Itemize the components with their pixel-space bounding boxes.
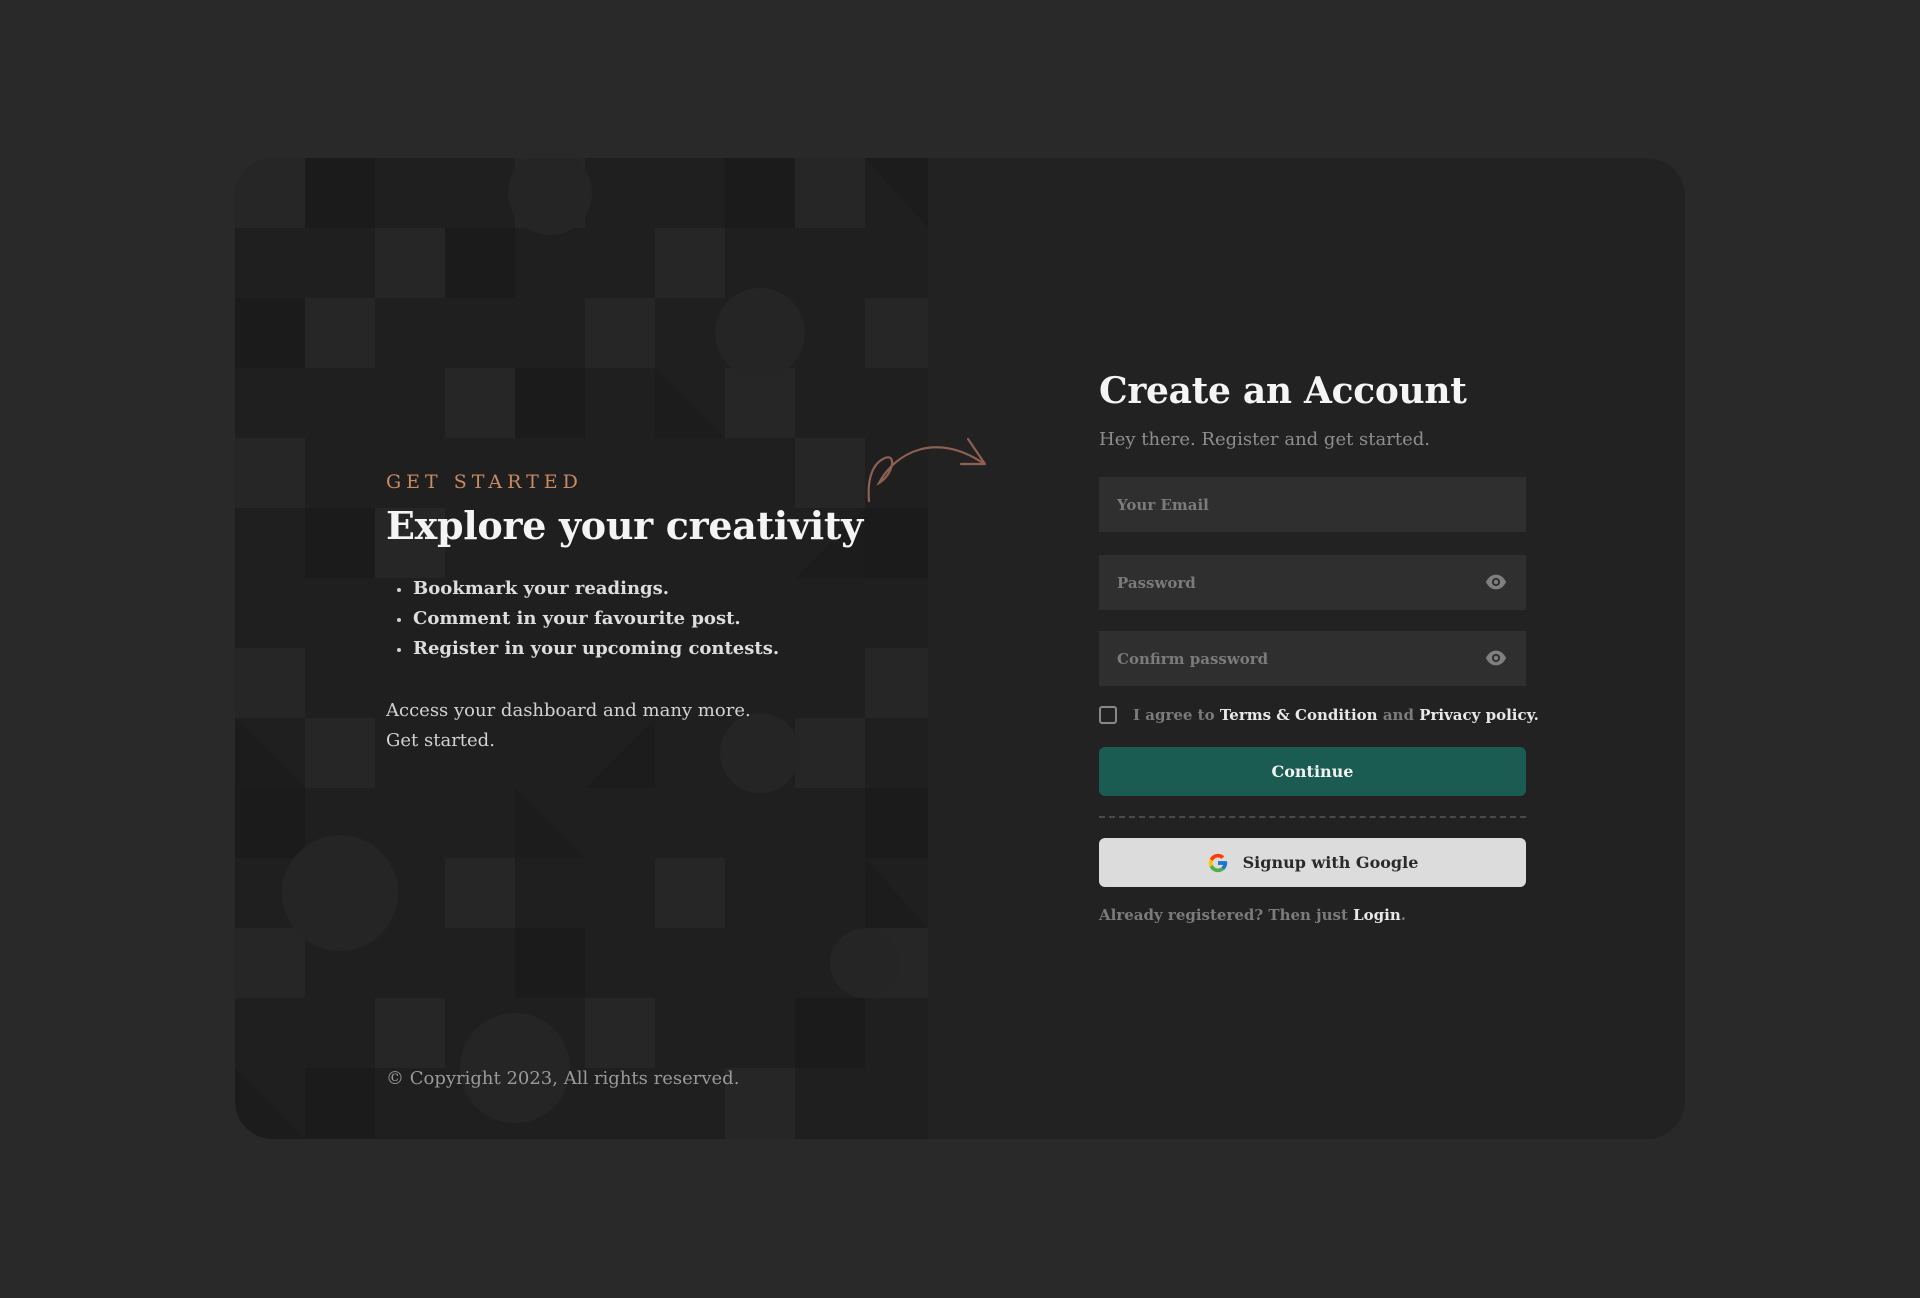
login-suffix: . [1400,906,1406,924]
access-text: Access your dashboard and many more. Get… [386,696,751,756]
privacy-link[interactable]: Privacy policy. [1419,706,1539,724]
confirm-password-field[interactable] [1099,631,1526,686]
password-field[interactable] [1099,555,1526,610]
dashed-divider [1099,816,1526,818]
google-logo-icon [1208,853,1227,872]
form-title: Create an Account [1099,370,1467,412]
agree-prefix: I agree to [1133,706,1215,724]
feature-list: Bookmark your readings. Comment in your … [386,574,779,664]
hero-title: Explore your creativity [386,503,863,548]
eye-icon[interactable] [1485,573,1507,591]
login-link[interactable]: Login [1353,906,1401,924]
access-text-line: Get started. [386,730,495,751]
feature-item: Comment in your favourite post. [386,604,779,634]
copyright-text: © Copyright 2023, All rights reserved. [386,1068,740,1089]
email-field-wrapper [1099,477,1526,532]
feature-item: Register in your upcoming contests. [386,634,779,664]
login-prompt: Already registered? Then just Login. [1099,906,1406,924]
email-field[interactable] [1099,477,1526,532]
google-signup-button[interactable]: Signup with Google [1099,838,1526,887]
confirm-password-field-wrapper [1099,631,1526,686]
password-field-wrapper [1099,555,1526,610]
curved-arrow-icon [867,437,987,503]
terms-agreement: I agree to Terms & Condition and Privacy… [1099,706,1539,724]
feature-item: Bookmark your readings. [386,574,779,604]
signup-card: GET STARTED Explore your creativity Book… [235,158,1685,1139]
terms-checkbox[interactable] [1099,706,1117,724]
google-button-label: Signup with Google [1242,853,1419,872]
continue-button[interactable]: Continue [1099,747,1526,796]
login-prefix: Already registered? Then just [1099,906,1348,924]
access-text-line: Access your dashboard and many more. [386,700,751,721]
eyebrow-label: GET STARTED [386,471,583,493]
terms-link[interactable]: Terms & Condition [1220,706,1378,724]
hero-panel: GET STARTED Explore your creativity Book… [235,158,928,1139]
form-subtitle: Hey there. Register and get started. [1099,429,1430,450]
eye-icon[interactable] [1485,649,1507,667]
agree-and: and [1382,706,1414,724]
